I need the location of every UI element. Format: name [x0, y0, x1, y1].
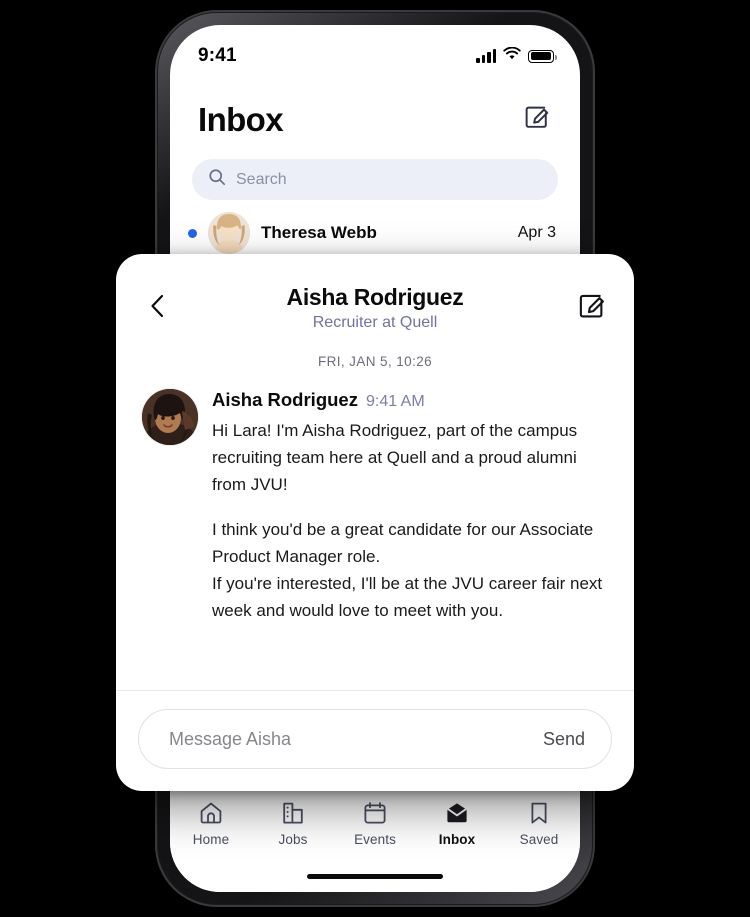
message-content: Aisha Rodriguez 9:41 AM Hi Lara! I'm Ais… — [212, 389, 608, 690]
message-meta: Aisha Rodriguez 9:41 AM — [212, 389, 608, 411]
contact-role: Recruiter at Quell — [312, 314, 438, 331]
tab-label: Jobs — [278, 832, 308, 847]
tab-jobs[interactable]: Jobs — [252, 800, 334, 847]
tab-home[interactable]: Home — [170, 800, 252, 847]
calendar-icon — [362, 800, 388, 826]
card-title-block: Aisha Rodriguez Recruiter at Quell — [174, 284, 576, 332]
unread-dot — [188, 228, 197, 238]
list-item-name: Theresa Webb — [261, 223, 377, 242]
tab-events[interactable]: Events — [334, 800, 416, 847]
home-indicator — [307, 874, 443, 879]
status-time: 9:41 — [198, 45, 237, 66]
avatar — [142, 389, 198, 445]
list-item[interactable]: Theresa Webb Apr 3 — [170, 200, 580, 254]
tab-saved[interactable]: Saved — [498, 800, 580, 847]
avatar — [208, 212, 250, 254]
card-header: Aisha Rodriguez Recruiter at Quell — [116, 254, 634, 332]
screenshot-stage: 9:41 Inbox Search Theresa Webb Apr 3 Hom… — [0, 0, 750, 917]
status-bar: 9:41 — [170, 25, 580, 79]
message-input-placeholder[interactable]: Message Aisha — [169, 729, 291, 750]
tab-label: Events — [354, 832, 396, 847]
wifi-icon — [503, 46, 521, 65]
chevron-left-icon — [147, 292, 169, 325]
tab-label: Home — [192, 832, 230, 847]
back-button[interactable] — [142, 292, 174, 324]
message-paragraph: I think you'd be a great candidate for o… — [212, 520, 603, 620]
send-button[interactable]: Send — [543, 729, 585, 750]
compose-icon[interactable] — [576, 290, 608, 322]
tab-label: Inbox — [438, 832, 476, 847]
message-paragraph: Hi Lara! I'm Aisha Rodriguez, part of th… — [212, 421, 578, 494]
status-icons — [476, 46, 557, 65]
message-datestamp: FRI, JAN 5, 10:26 — [317, 354, 433, 369]
tab-label: Saved — [519, 832, 559, 847]
tab-inbox[interactable]: Inbox — [416, 800, 498, 847]
signal-icon — [476, 48, 496, 63]
message-composer[interactable]: Message Aisha Send — [138, 709, 612, 769]
inbox-header: Inbox — [170, 79, 580, 143]
compose-icon[interactable] — [523, 103, 552, 137]
message-item: Aisha Rodriguez 9:41 AM Hi Lara! I'm Ais… — [116, 369, 634, 690]
home-icon — [198, 800, 224, 826]
search-icon — [208, 168, 226, 191]
card-footer: Message Aisha Send — [116, 690, 634, 791]
message-sender: Aisha Rodriguez — [212, 389, 358, 410]
contact-name: Aisha Rodriguez — [286, 284, 464, 310]
battery-icon — [528, 49, 557, 63]
search-placeholder: Search — [236, 170, 287, 188]
message-detail-card: Aisha Rodriguez Recruiter at Quell FRI, … — [116, 254, 634, 791]
bookmark-icon — [526, 800, 552, 826]
search-container: Search — [170, 143, 580, 200]
search-input[interactable]: Search — [192, 159, 558, 200]
message-time: 9:41 AM — [365, 393, 425, 410]
page-title: Inbox — [198, 101, 284, 138]
list-item-date: Apr 3 — [517, 224, 556, 241]
building-icon — [280, 800, 306, 826]
envelope-icon — [444, 800, 470, 826]
